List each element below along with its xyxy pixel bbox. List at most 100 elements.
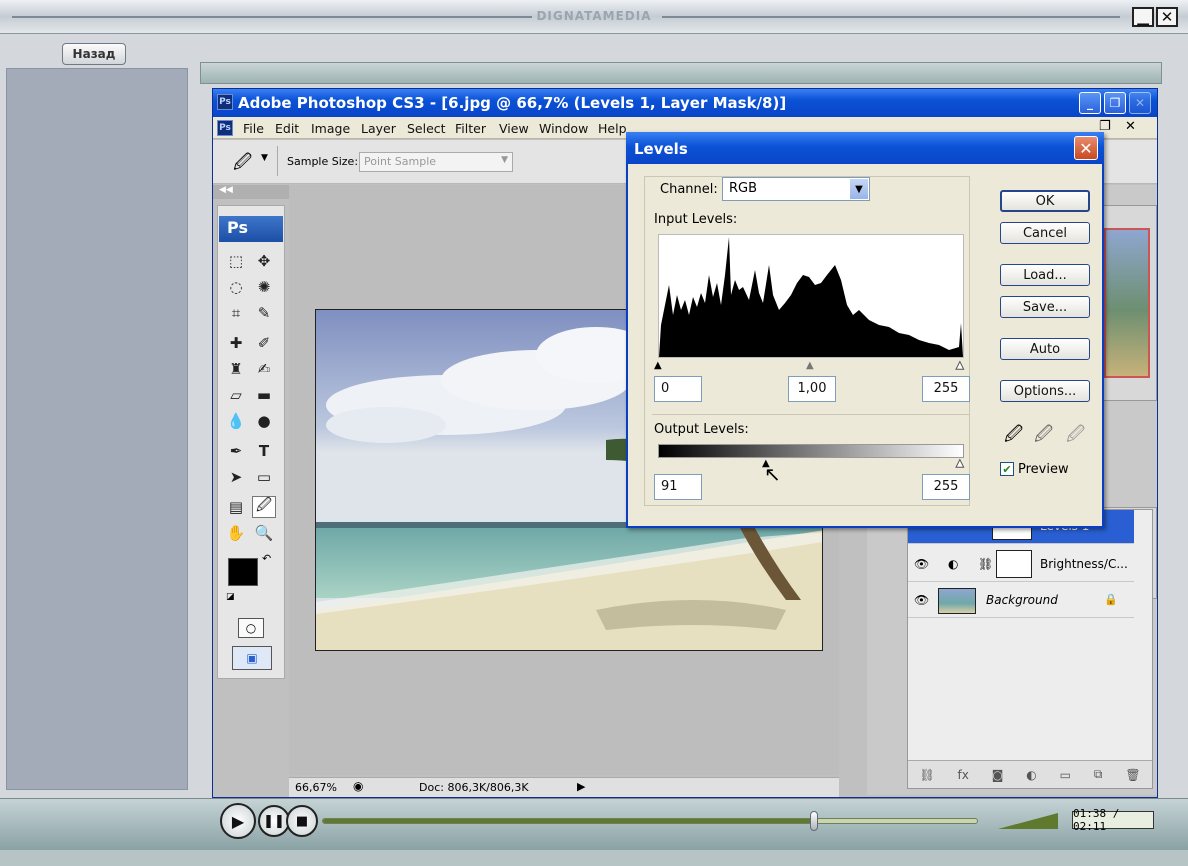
menu-edit[interactable]: Edit — [275, 121, 299, 136]
gradient-tool-icon[interactable]: ▬ — [252, 384, 276, 406]
layer-row-background[interactable]: 👁 Background 🔒 — [908, 584, 1134, 618]
menu-file[interactable]: File — [243, 121, 264, 136]
input-white-field[interactable]: 255 — [922, 376, 970, 402]
menu-select[interactable]: Select — [407, 121, 446, 136]
navigator-thumbnail[interactable] — [1104, 228, 1150, 378]
crop-tool-icon[interactable]: ⌗ — [224, 302, 248, 324]
mouse-cursor-icon: ↖ — [764, 462, 781, 486]
outer-close-button[interactable]: ✕ — [1156, 7, 1178, 27]
magic-wand-tool-icon[interactable]: ✺ — [252, 276, 276, 298]
layer-mask-thumbnail — [996, 550, 1032, 578]
shape-tool-icon[interactable]: ▭ — [252, 466, 276, 488]
tools-panel: Ps ⬚ ✥ ◌ ✺ ⌗ ✎ ✚ ✐ ♜ ✍ ▱ ▬ 💧 ● ✒ T ➤ ▭ ▤… — [217, 205, 285, 679]
move-tool-icon[interactable]: ✥ — [252, 250, 276, 272]
clone-stamp-tool-icon[interactable]: ♜ — [224, 358, 248, 380]
levels-close-button[interactable]: ✕ — [1074, 136, 1098, 160]
ps-close-button[interactable]: ✕ — [1129, 92, 1151, 114]
lasso-tool-icon[interactable]: ◌ — [224, 276, 248, 298]
input-black-field[interactable]: 0 — [654, 376, 702, 402]
history-brush-tool-icon[interactable]: ✍ — [252, 358, 276, 380]
eye-icon[interactable]: 👁 — [914, 557, 929, 571]
collapse-icon[interactable]: ◀◀ — [219, 185, 233, 195]
levels-title-bar: Levels ✕ — [626, 132, 1104, 164]
outer-minimize-button[interactable]: ▁ — [1132, 7, 1154, 27]
adjustment-icon: ◐ — [948, 557, 959, 571]
time-display: 01:38 / 02:11 — [1072, 807, 1154, 833]
default-colors-icon[interactable]: ◪ — [226, 592, 235, 602]
type-tool-icon[interactable]: T — [252, 440, 276, 462]
gray-eyedropper-icon[interactable]: 🖉 — [1034, 422, 1053, 452]
new-group-icon[interactable]: ▭ — [1060, 768, 1071, 782]
seek-thumb[interactable] — [810, 811, 818, 831]
fx-icon[interactable]: fx — [958, 768, 969, 782]
menu-view[interactable]: View — [499, 121, 529, 136]
seek-track[interactable] — [322, 818, 978, 824]
output-white-slider-icon[interactable]: ▲ — [956, 458, 965, 470]
status-menu-arrow-icon[interactable]: ▶ — [577, 780, 585, 793]
add-mask-icon[interactable]: ◙ — [992, 768, 1004, 782]
notes-tool-icon[interactable]: ▤ — [224, 496, 248, 518]
stop-button[interactable]: ■ — [286, 805, 318, 837]
path-selection-tool-icon[interactable]: ➤ — [224, 466, 248, 488]
brand-title: DIGNATAMEDIA — [536, 9, 652, 23]
tool-preset-chevron-icon[interactable]: ▼ — [261, 153, 268, 163]
blur-tool-icon[interactable]: 💧 — [224, 410, 248, 432]
hand-tool-icon[interactable]: ✋ — [224, 522, 248, 544]
ps-restore-button[interactable]: ❐ — [1104, 92, 1126, 114]
brush-tool-icon[interactable]: ✐ — [252, 332, 276, 354]
dodge-tool-icon[interactable]: ● — [252, 410, 276, 432]
slice-tool-icon[interactable]: ✎ — [252, 302, 276, 324]
new-layer-icon[interactable]: ⧉ — [1094, 767, 1103, 782]
menu-image[interactable]: Image — [311, 121, 350, 136]
auto-button[interactable]: Auto — [1000, 338, 1090, 360]
input-white-slider-icon[interactable]: ▲ — [956, 360, 965, 372]
play-button[interactable]: ▶ — [220, 803, 256, 839]
input-gamma-slider-icon[interactable]: ▲ — [806, 360, 814, 371]
eraser-tool-icon[interactable]: ▱ — [224, 384, 248, 406]
histogram-graph — [659, 237, 963, 357]
ok-button[interactable]: OK — [1000, 190, 1090, 212]
preview-checkbox[interactable]: ✔ — [1000, 462, 1014, 476]
doc-close-icon[interactable]: ✕ — [1125, 119, 1136, 134]
output-white-field[interactable]: 255 — [922, 474, 970, 500]
cancel-button[interactable]: Cancel — [1000, 222, 1090, 244]
volume-wedge-icon — [998, 813, 1058, 829]
eyedropper-tool-icon[interactable]: 🖉 — [233, 150, 252, 180]
foreground-color-swatch[interactable] — [228, 558, 258, 586]
healing-brush-tool-icon[interactable]: ✚ — [224, 332, 248, 354]
load-button[interactable]: Load... — [1000, 264, 1090, 286]
zoom-tool-icon[interactable]: 🔍 — [252, 522, 276, 544]
layer-row-brightness[interactable]: 👁 ◐ ⛓ Brightness/C... — [908, 548, 1134, 582]
eyedropper-tool-icon[interactable]: 🖉 — [252, 496, 276, 518]
navigator-panel — [1099, 205, 1157, 401]
tools-header: Ps — [219, 216, 283, 242]
back-button[interactable]: Назад — [62, 43, 126, 65]
eye-icon[interactable]: 👁 — [914, 593, 929, 607]
zoom-level[interactable]: 66,67% — [295, 781, 337, 794]
save-button[interactable]: Save... — [1000, 296, 1090, 318]
preview-label: Preview — [1018, 462, 1069, 477]
black-eyedropper-icon[interactable]: 🖉 — [1004, 422, 1023, 452]
sample-size-label: Sample Size: — [287, 155, 359, 168]
volume-control[interactable] — [998, 809, 1064, 831]
pen-tool-icon[interactable]: ✒ — [224, 440, 248, 462]
input-gamma-field[interactable]: 1,00 — [788, 376, 836, 402]
menu-filter[interactable]: Filter — [455, 121, 486, 136]
channel-select[interactable]: RGB ▼ — [722, 177, 870, 201]
trash-icon[interactable]: 🗑 — [1125, 768, 1140, 782]
white-eyedropper-icon[interactable]: 🖉 — [1066, 422, 1085, 452]
screen-mode-icon[interactable]: ▣ — [232, 646, 272, 670]
menu-window[interactable]: Window — [539, 121, 588, 136]
link-layers-icon[interactable]: ⛓ — [919, 768, 934, 782]
sample-size-select[interactable]: Point Sample ▼ — [359, 152, 513, 172]
marquee-tool-icon[interactable]: ⬚ — [224, 250, 248, 272]
swap-colors-icon[interactable]: ↶ — [262, 552, 271, 565]
input-black-slider-icon[interactable]: ▲ — [654, 360, 662, 371]
menu-help[interactable]: Help — [598, 121, 627, 136]
quick-mask-icon[interactable]: ○ — [238, 618, 264, 638]
options-button[interactable]: Options... — [1000, 380, 1090, 402]
new-adjustment-icon[interactable]: ◐ — [1026, 768, 1036, 782]
menu-layer[interactable]: Layer — [361, 121, 396, 136]
ps-minimize-button[interactable]: _ — [1079, 92, 1101, 114]
output-black-field[interactable]: 91 — [654, 474, 702, 500]
